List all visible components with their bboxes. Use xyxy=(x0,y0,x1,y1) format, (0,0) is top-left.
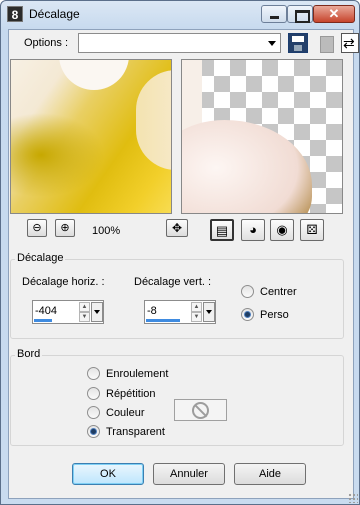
spin-down-icon[interactable]: ▼ xyxy=(79,312,90,322)
resize-grip[interactable] xyxy=(348,493,358,503)
flower-petal xyxy=(59,60,129,90)
chevron-down-icon xyxy=(268,41,276,46)
flower-petal xyxy=(136,70,171,170)
repetition-radio[interactable]: Répétition xyxy=(87,387,156,400)
transparent-label: Transparent xyxy=(106,425,165,438)
zoom-out-icon: ⊖ xyxy=(32,222,42,234)
couleur-radio[interactable]: Couleur xyxy=(87,406,145,419)
enroulement-label: Enroulement xyxy=(106,367,169,380)
horiz-offset-input[interactable] xyxy=(35,303,75,319)
preview-toggle-button[interactable]: ◉ xyxy=(270,219,294,241)
transparent-radio[interactable]: Transparent xyxy=(87,425,165,438)
options-label: Options : xyxy=(24,37,69,49)
enroulement-radio[interactable]: Enroulement xyxy=(87,367,168,380)
decalage-group xyxy=(10,259,344,339)
original-preview[interactable] xyxy=(10,59,172,214)
color-swatch[interactable] xyxy=(174,399,227,421)
zoom-level: 100% xyxy=(92,225,121,237)
zoom-out-button[interactable]: ⊖ xyxy=(27,219,47,237)
radio-dot[interactable] xyxy=(87,387,100,400)
maximize-icon xyxy=(288,6,312,23)
save-preset-icon[interactable] xyxy=(288,33,308,53)
window-title: Décalage xyxy=(29,7,80,21)
close-button[interactable]: ✕ xyxy=(313,5,355,23)
vert-offset-field[interactable]: ▲ ▼ xyxy=(144,300,216,324)
cancel-button[interactable]: Annuler xyxy=(153,463,225,485)
randomize-button[interactable]: ⚄ xyxy=(300,219,324,241)
proof-icon: ▤ xyxy=(215,223,229,238)
vert-offset-label: Décalage vert. : xyxy=(134,276,212,288)
title-bar[interactable]: 8 Décalage ✕ xyxy=(1,1,359,29)
result-preview xyxy=(181,59,343,214)
horiz-offset-slider-bar[interactable] xyxy=(34,319,52,322)
horiz-offset-spinner[interactable]: ▲ ▼ xyxy=(79,302,90,322)
options-dropdown[interactable] xyxy=(78,33,281,53)
no-color-icon xyxy=(192,402,209,419)
horiz-offset-dropdown-button[interactable] xyxy=(91,302,103,322)
flower-petal xyxy=(182,120,312,213)
zoom-in-icon: ⊕ xyxy=(60,222,70,234)
eye-lock-icon: ◕ xyxy=(249,222,257,237)
spin-up-icon[interactable]: ▲ xyxy=(79,302,90,312)
minimize-button[interactable] xyxy=(261,5,287,23)
vert-offset-spinner[interactable]: ▲ ▼ xyxy=(191,302,202,322)
ok-button[interactable]: OK xyxy=(72,463,144,485)
minimize-icon xyxy=(262,6,286,22)
centrer-radio[interactable]: Centrer xyxy=(241,285,297,298)
spin-down-icon[interactable]: ▼ xyxy=(191,312,202,322)
radio-dot[interactable] xyxy=(87,425,100,438)
proof-toggle-button[interactable]: ▤ xyxy=(210,219,234,241)
zoom-in-button[interactable]: ⊕ xyxy=(55,219,75,237)
close-icon: ✕ xyxy=(328,6,340,21)
spin-up-icon[interactable]: ▲ xyxy=(191,302,202,312)
perso-radio[interactable]: Perso xyxy=(241,308,289,321)
reset-icon[interactable] xyxy=(341,33,359,53)
delete-preset-icon[interactable] xyxy=(316,33,336,53)
eye-icon: ◉ xyxy=(276,222,288,237)
couleur-label: Couleur xyxy=(106,406,145,419)
app-icon: 8 xyxy=(7,6,23,22)
radio-dot[interactable] xyxy=(87,367,100,380)
horiz-offset-label: Décalage horiz. : xyxy=(22,276,105,288)
vert-offset-dropdown-button[interactable] xyxy=(203,302,215,322)
centrer-label: Centrer xyxy=(260,285,297,298)
vert-offset-slider-bar[interactable] xyxy=(146,319,180,322)
radio-dot[interactable] xyxy=(87,406,100,419)
dice-icon: ⚄ xyxy=(306,222,318,237)
pan-button[interactable]: ✥ xyxy=(166,219,188,237)
auto-proof-button[interactable]: ◕ xyxy=(241,219,265,241)
perso-label: Perso xyxy=(260,308,289,321)
radio-dot[interactable] xyxy=(241,285,254,298)
bord-group-label: Bord xyxy=(15,348,43,360)
vert-offset-input[interactable] xyxy=(147,303,187,319)
radio-dot[interactable] xyxy=(241,308,254,321)
horiz-offset-field[interactable]: ▲ ▼ xyxy=(32,300,104,324)
maximize-button[interactable] xyxy=(287,5,313,23)
move-icon: ✥ xyxy=(171,221,183,235)
decalage-group-label: Décalage xyxy=(15,252,66,264)
repetition-label: Répétition xyxy=(106,387,156,400)
help-button[interactable]: Aide xyxy=(234,463,306,485)
